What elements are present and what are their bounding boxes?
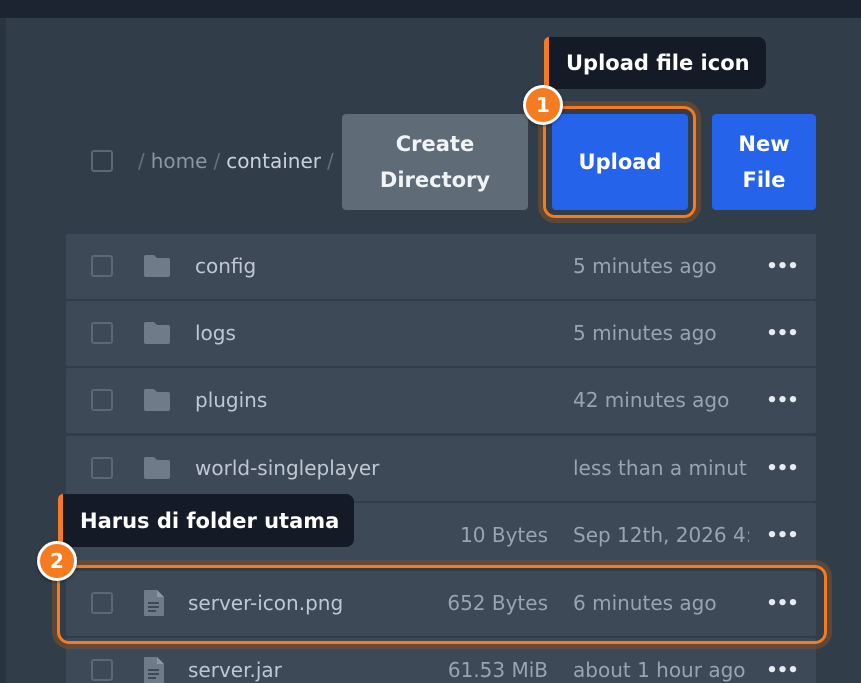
left-strip — [0, 18, 6, 683]
file-row-plugins[interactable]: plugins 42 minutes ago ••• — [66, 368, 816, 433]
row-checkbox[interactable] — [91, 389, 113, 411]
folder-icon — [144, 255, 170, 277]
server-icon-highlight-outline — [57, 565, 827, 644]
step-badge-1: 1 — [523, 85, 563, 125]
file-modified: 5 minutes ago — [573, 254, 717, 278]
breadcrumb: / home / container / — [138, 148, 340, 174]
file-modified: Sep 12th, 2026 4: — [573, 523, 749, 547]
annotation-tooltip-upload: Upload file icon — [544, 37, 766, 89]
file-name[interactable]: server.jar — [188, 656, 282, 683]
more-options-button[interactable]: ••• — [766, 319, 799, 347]
file-size: 10 Bytes — [460, 523, 548, 547]
row-checkbox[interactable] — [91, 659, 113, 681]
file-row-server-jar[interactable]: server.jar 61.53 MiB about 1 hour ago ••… — [66, 638, 816, 683]
ellipsis-icon: ••• — [766, 457, 799, 479]
step-badge-2: 2 — [37, 541, 77, 581]
file-name[interactable]: logs — [195, 319, 236, 347]
select-all-checkbox[interactable] — [91, 150, 113, 172]
ellipsis-icon: ••• — [766, 659, 799, 681]
upload-highlight-outline — [543, 106, 696, 218]
more-options-button[interactable]: ••• — [766, 656, 799, 683]
file-size: 61.53 MiB — [447, 658, 548, 682]
file-row-config[interactable]: config 5 minutes ago ••• — [66, 234, 816, 299]
more-options-button[interactable]: ••• — [766, 454, 799, 482]
file-modified: about 1 hour ago — [573, 658, 746, 682]
ellipsis-icon: ••• — [766, 524, 799, 546]
file-name[interactable]: world-singleplayer — [195, 454, 379, 482]
breadcrumb-separator: / — [213, 149, 221, 173]
more-options-button[interactable]: ••• — [766, 386, 799, 414]
row-checkbox[interactable] — [91, 255, 113, 277]
file-name[interactable]: config — [195, 252, 256, 280]
ellipsis-icon: ••• — [766, 322, 799, 344]
breadcrumb-separator: / — [138, 149, 145, 173]
folder-icon — [144, 457, 170, 479]
breadcrumb-home[interactable]: home — [151, 149, 208, 173]
row-checkbox[interactable] — [91, 457, 113, 479]
more-options-button[interactable]: ••• — [766, 252, 799, 280]
more-options-button[interactable]: ••• — [766, 521, 799, 549]
folder-icon — [144, 322, 170, 344]
file-icon — [144, 657, 164, 683]
new-file-button[interactable]: New File — [712, 114, 816, 210]
file-name[interactable]: plugins — [195, 386, 267, 414]
breadcrumb-container[interactable]: container — [226, 149, 321, 173]
folder-icon — [144, 389, 170, 411]
file-row-world-singleplayer[interactable]: world-singleplayer less than a minut ••• — [66, 436, 816, 501]
file-modified: 5 minutes ago — [573, 321, 717, 345]
file-row-logs[interactable]: logs 5 minutes ago ••• — [66, 301, 816, 366]
ellipsis-icon: ••• — [766, 255, 799, 277]
row-checkbox[interactable] — [91, 322, 113, 344]
ellipsis-icon: ••• — [766, 389, 799, 411]
file-modified: less than a minut — [573, 456, 747, 480]
annotation-tooltip-main-folder: Harus di folder utama — [58, 494, 354, 547]
file-modified: 42 minutes ago — [573, 388, 730, 412]
breadcrumb-separator: / — [326, 149, 334, 173]
create-directory-button[interactable]: Create Directory — [342, 114, 528, 210]
top-bar — [0, 0, 861, 18]
